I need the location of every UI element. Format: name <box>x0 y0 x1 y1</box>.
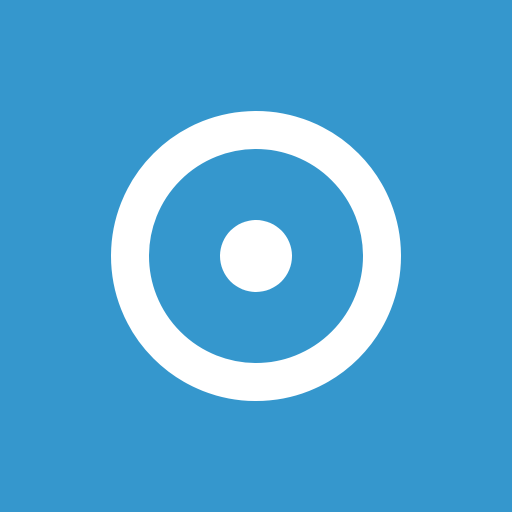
record-icon <box>0 0 512 512</box>
app-icon <box>0 0 512 512</box>
center-dot <box>220 220 292 292</box>
